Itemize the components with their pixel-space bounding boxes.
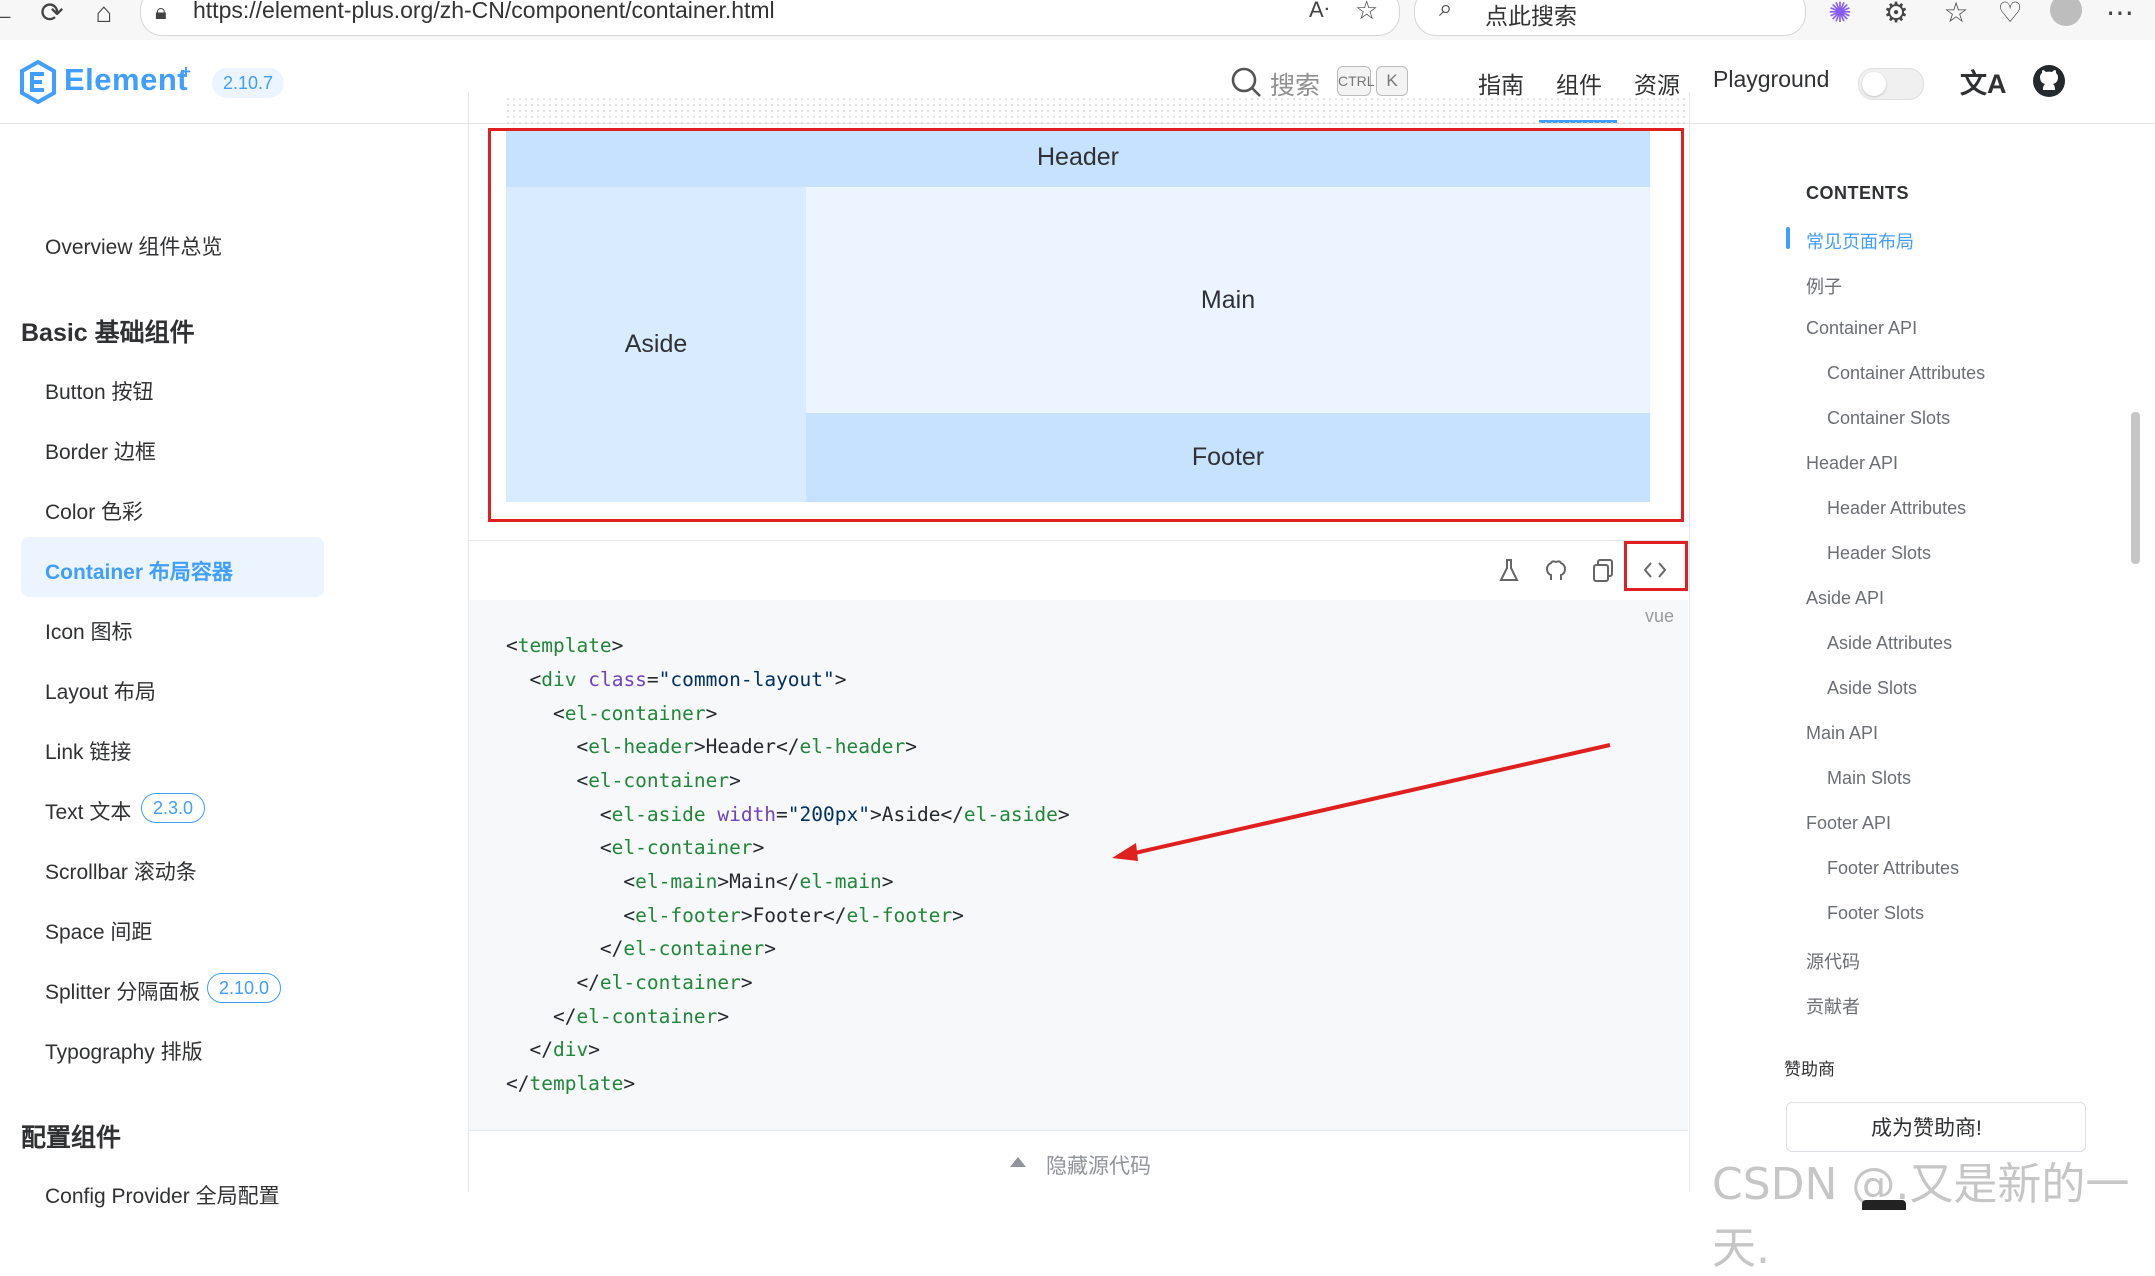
sun-icon [1862, 72, 1886, 96]
sidebar-item-config-provider[interactable]: Config Provider 全局配置 [45, 1180, 280, 1210]
browser-essentials-icon[interactable]: ♡ [1994, 0, 2026, 28]
code-line: <el-container> [506, 836, 765, 859]
browser-search-placeholder: 点此搜索 [1485, 3, 1577, 29]
toc-title: CONTENTS [1806, 183, 1909, 203]
code-language-label: vue [1645, 606, 1675, 626]
sidebar-item-color[interactable]: Color 色彩 [45, 496, 143, 526]
sidebar-item-splitter[interactable]: Splitter 分隔面板 [45, 976, 200, 1006]
copilot-icon[interactable]: ✺ [1824, 0, 1856, 28]
sidebar-item-layout[interactable]: Layout 布局 [45, 676, 156, 706]
translate-icon[interactable]: 文A [1960, 62, 2007, 101]
csdn-watermark: CSDN @.又是新的一天. [1712, 1159, 2130, 1274]
version-badge[interactable]: 2.10.7 [212, 68, 285, 98]
refresh-icon[interactable]: ⟳ [36, 0, 68, 28]
annotation-box-code-toggle [1624, 541, 1688, 591]
logo-plus: + [181, 62, 191, 81]
element-logo-icon[interactable] [19, 60, 57, 104]
toc-item[interactable]: 常见页面布局 [1806, 228, 1914, 254]
toc-item[interactable]: Header Attributes [1827, 498, 1966, 519]
toc-item[interactable]: Aside API [1806, 588, 1884, 609]
sidebar-item-link[interactable]: Link 链接 [45, 736, 131, 766]
toc-item[interactable]: Aside Attributes [1827, 633, 1952, 654]
sidebar-item-overview[interactable]: Overview 组件总览 [45, 231, 222, 261]
sponsor-logo-partial [1862, 1200, 1906, 1210]
more-menu-icon[interactable]: ⋯ [2104, 0, 2136, 28]
back-arrow-icon[interactable]: ← [0, 0, 18, 28]
toc-item[interactable]: Main API [1806, 723, 1878, 744]
address-bar[interactable]: 🔒︎ https://element-plus.org/zh-CN/compon… [140, 0, 1400, 36]
code-line: <el-footer>Footer</el-footer> [506, 904, 964, 927]
toc-item[interactable]: Header API [1806, 453, 1898, 474]
toc-item[interactable]: 贡献者 [1806, 993, 1860, 1019]
code-line: </template> [506, 1072, 636, 1095]
toc-active-marker [1786, 227, 1790, 249]
logo-text[interactable]: Element [64, 62, 188, 98]
demo-top-pattern [505, 96, 1685, 126]
caret-up-icon [1010, 1157, 1026, 1167]
code-line: </el-container> [506, 1005, 730, 1028]
version-tag-splitter: 2.10.0 [207, 973, 282, 1003]
sidebar-item-typography[interactable]: Typography 排版 [45, 1036, 203, 1066]
playground-flask-icon[interactable] [1495, 556, 1523, 584]
sponsors-label: 赞助商 [1784, 1060, 1835, 1079]
search-icon: ⌕ [1439, 0, 1453, 22]
sidebar-item-border[interactable]: Border 边框 [45, 436, 156, 466]
sidebar-group-basic: Basic 基础组件 [21, 319, 195, 347]
code-line: <el-aside width="200px">Aside</el-aside> [506, 803, 1070, 826]
code-line: </div> [506, 1038, 600, 1061]
sidebar-item-icon[interactable]: Icon 图标 [45, 616, 133, 646]
toc-item[interactable]: 例子 [1806, 273, 1842, 299]
sidebar-item-button[interactable]: Button 按钮 [45, 376, 154, 406]
sidebar-item-scrollbar[interactable]: Scrollbar 滚动条 [45, 856, 197, 886]
hide-source-label[interactable]: 隐藏源代码 [1046, 1150, 1151, 1180]
code-line: <el-header>Header</el-header> [506, 735, 917, 758]
toc-item[interactable]: Aside Slots [1827, 678, 1917, 699]
demo-divider [469, 540, 1688, 541]
code-line: <el-main>Main</el-main> [506, 870, 894, 893]
toc-item[interactable]: Main Slots [1827, 768, 1911, 789]
version-tag-text: 2.3.0 [141, 793, 206, 823]
copy-icon[interactable] [1589, 556, 1617, 584]
sidebar-item-container[interactable]: Container 布局容器 [45, 556, 233, 586]
toc-item[interactable]: Header Slots [1827, 543, 1931, 564]
become-sponsor-label[interactable]: 成为赞助商! [1871, 1112, 1982, 1142]
profile-avatar[interactable] [2050, 0, 2082, 26]
favorite-star-icon[interactable]: ☆ [1355, 0, 1378, 26]
code-line: </el-container> [506, 971, 753, 994]
extensions-icon[interactable]: ⚙ [1880, 0, 1912, 28]
lock-icon: 🔒︎ [155, 0, 167, 24]
sidebar-item-space[interactable]: Space 间距 [45, 916, 152, 946]
toc-item[interactable]: Container API [1806, 318, 1917, 339]
github-edit-icon[interactable] [1542, 556, 1570, 584]
favorites-icon[interactable]: ☆ [1940, 0, 1972, 28]
code-line: <el-container> [506, 769, 741, 792]
theme-toggle[interactable] [1858, 68, 1924, 100]
page-scrollbar[interactable] [2131, 412, 2140, 564]
code-line: <div class="common-layout"> [506, 668, 847, 691]
sidebar-group-config: 配置组件 [21, 1124, 122, 1152]
sidebar-item-text[interactable]: Text 文本 [45, 796, 131, 826]
annotation-box-demo [488, 128, 1684, 522]
toc-item[interactable]: Footer Attributes [1827, 858, 1959, 879]
nav-playground[interactable]: Playground [1713, 66, 1829, 93]
toc-item[interactable]: Footer Slots [1827, 903, 1924, 924]
toc-item[interactable]: Container Slots [1827, 408, 1950, 429]
annotation-arrow [1112, 743, 1611, 861]
code-line: <el-container> [506, 702, 718, 725]
toc-item[interactable]: Container Attributes [1827, 363, 1985, 384]
toc-item[interactable]: Footer API [1806, 813, 1891, 834]
read-aloud-icon[interactable]: Aᐧ [1309, 0, 1329, 23]
code-line: </el-container> [506, 937, 777, 960]
toc-item[interactable]: 源代码 [1806, 948, 1860, 974]
github-icon[interactable] [2032, 64, 2066, 98]
browser-search-box[interactable]: ⌕ 点此搜索 [1414, 0, 1806, 36]
address-url: https://element-plus.org/zh-CN/component… [193, 0, 775, 23]
browser-toolbar: ← ⟳ ⌂ 🔒︎ https://element-plus.org/zh-CN/… [0, 0, 2155, 41]
code-line: <template> [506, 634, 624, 657]
home-icon[interactable]: ⌂ [88, 0, 120, 28]
